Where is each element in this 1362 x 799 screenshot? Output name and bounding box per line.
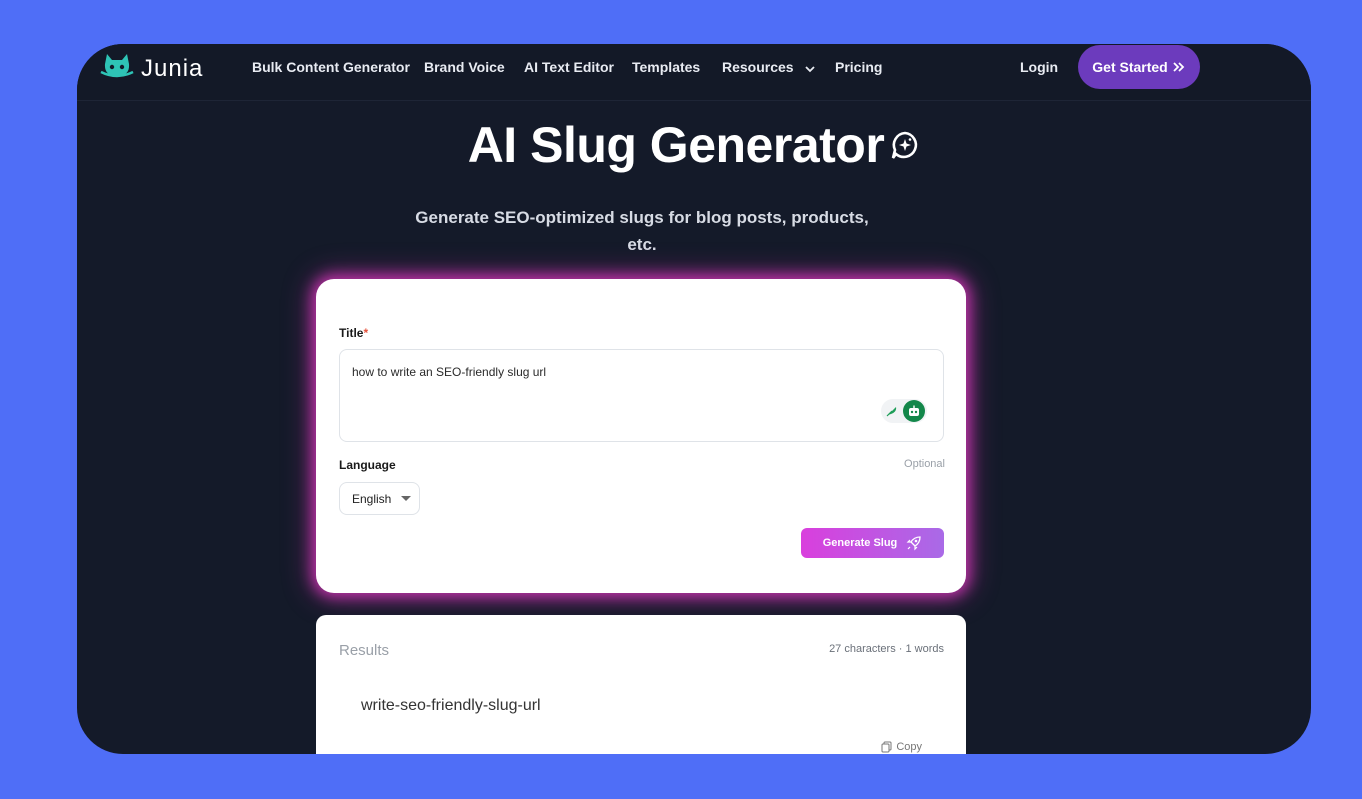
copy-label: Copy [896, 741, 922, 753]
result-slug: write-seo-friendly-slug-url [361, 697, 541, 714]
slug-form-card: Title* how to write an SEO-friendly slug… [316, 279, 966, 593]
language-select-value: English [352, 491, 392, 506]
title-label-text: Title [339, 326, 364, 340]
rocket-icon [906, 535, 922, 551]
nav-brand-voice[interactable]: Brand Voice [424, 59, 505, 75]
results-title: Results [339, 642, 390, 659]
caret-down-icon [401, 495, 412, 502]
optional-hint: Optional [904, 458, 945, 470]
get-started-button[interactable]: Get Started [1078, 45, 1200, 89]
page-title-text: AI Slug Generator [467, 117, 885, 173]
nav-templates[interactable]: Templates [632, 59, 700, 75]
results-count: 27 characters · 1 words [829, 643, 944, 655]
sparkle-chat-icon [890, 114, 920, 172]
top-nav: Junia Bulk Content Generator Brand Voice… [77, 44, 1311, 101]
cat-logo-icon [99, 50, 135, 87]
title-input[interactable]: how to write an SEO-friendly slug url [339, 349, 944, 442]
input-tools [881, 399, 927, 423]
get-started-label: Get Started [1092, 59, 1168, 75]
title-input-value: how to write an SEO-friendly slug url [352, 365, 547, 379]
chevron-down-icon [805, 60, 816, 76]
generate-slug-label: Generate Slug [822, 537, 898, 549]
copy-icon [881, 741, 892, 753]
page-title: AI Slug Generator [77, 116, 1311, 178]
generate-slug-button[interactable]: Generate Slug [801, 528, 944, 558]
nav-pricing[interactable]: Pricing [835, 59, 882, 75]
nav-resources[interactable]: Resources [722, 59, 816, 76]
nav-resources-label: Resources [722, 59, 794, 75]
page-subtitle: Generate SEO-optimized slugs for blog po… [415, 208, 869, 254]
nav-ai-text-editor[interactable]: AI Text Editor [524, 59, 614, 75]
login-link[interactable]: Login [1020, 59, 1058, 75]
title-field-label: Title* [339, 326, 368, 340]
nav-bulk-content-generator[interactable]: Bulk Content Generator [252, 59, 410, 75]
language-field-label: Language [339, 458, 396, 472]
results-panel: Results 27 characters · 1 words write-se… [316, 615, 966, 754]
robot-icon[interactable] [903, 400, 925, 422]
language-select[interactable]: English [339, 482, 420, 515]
double-chevron-right-icon [1172, 61, 1186, 73]
feather-icon[interactable] [881, 405, 903, 417]
required-mark: * [363, 326, 369, 340]
page-frame: Junia Bulk Content Generator Brand Voice… [77, 44, 1311, 754]
brand-logo[interactable]: Junia [99, 50, 203, 87]
brand-name: Junia [141, 54, 204, 82]
copy-button[interactable]: Copy [881, 741, 922, 753]
